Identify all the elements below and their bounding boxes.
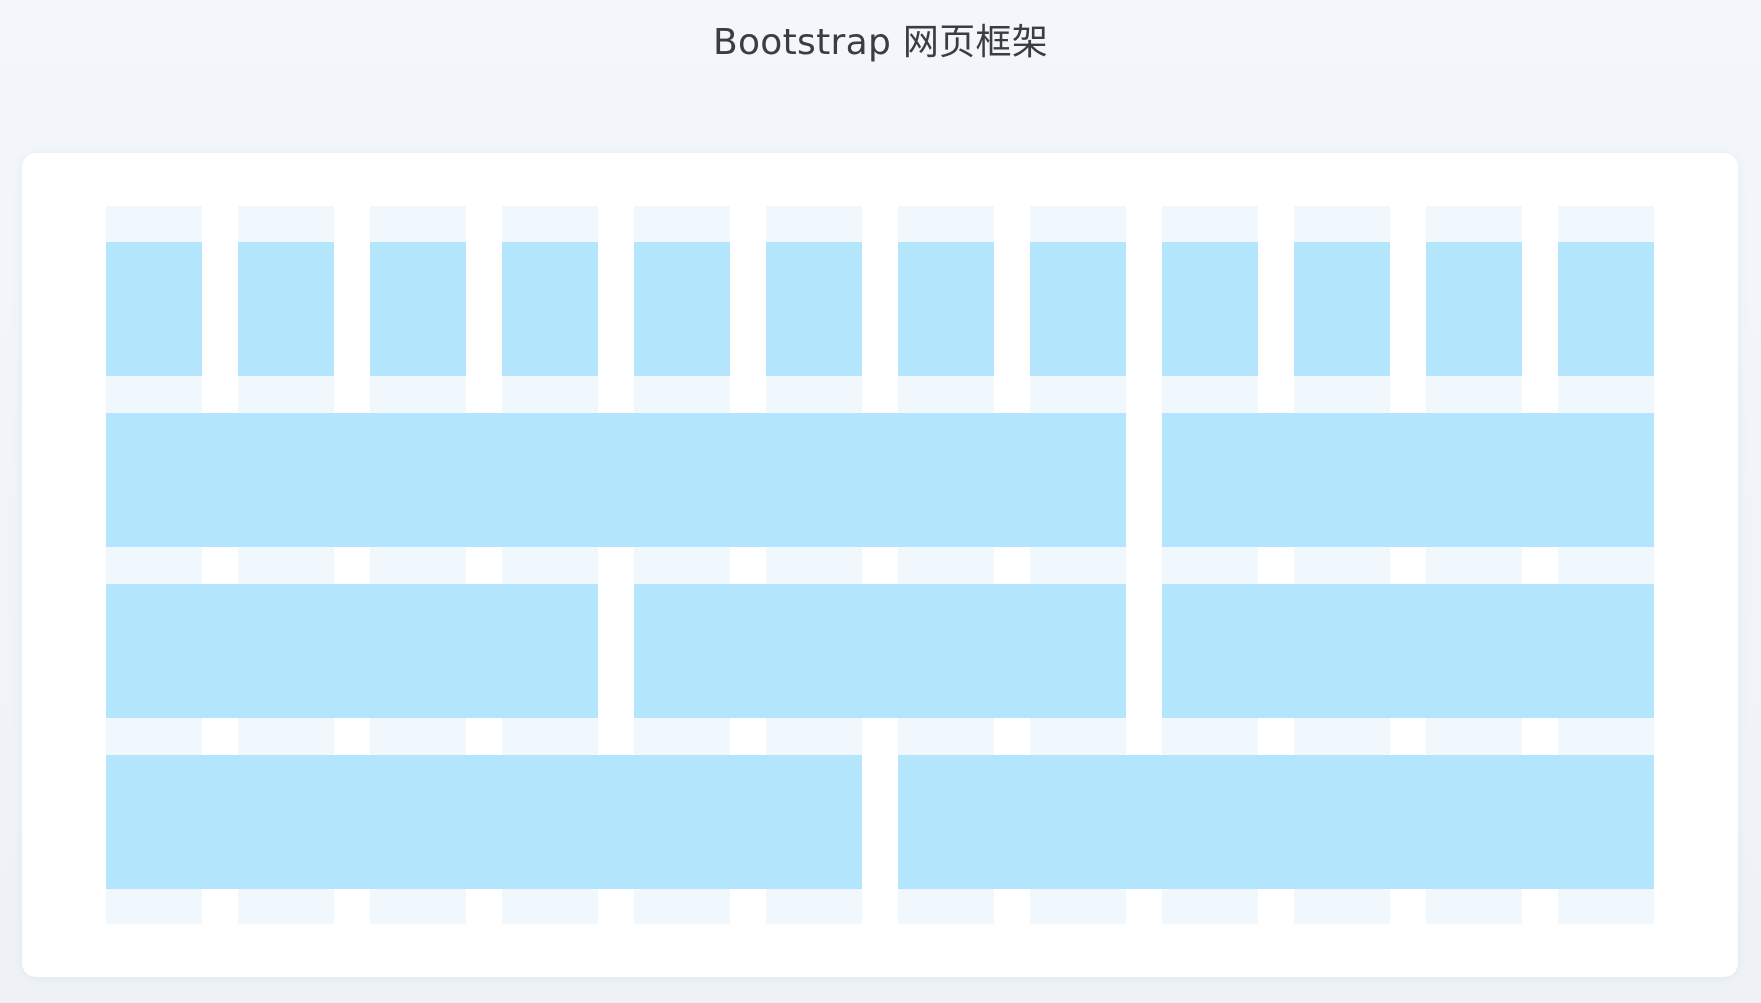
grid-block-span-1: [238, 242, 334, 376]
grid-block-span-1: [1294, 242, 1390, 376]
grid-block-span-1: [898, 242, 994, 376]
grid-diagram: [106, 206, 1654, 924]
grid-block-span-1: [1162, 242, 1258, 376]
grid-block-span-6: [106, 755, 862, 889]
grid-block-span-1: [1030, 242, 1126, 376]
grid-block-span-1: [1426, 242, 1522, 376]
grid-block-span-8: [106, 413, 1126, 547]
grid-block-span-1: [634, 242, 730, 376]
grid-block-span-6: [898, 755, 1654, 889]
grid-block-span-1: [1558, 242, 1654, 376]
grid-block-span-4: [634, 584, 1126, 718]
grid-block-span-4: [106, 584, 598, 718]
grid-block-span-4: [1162, 584, 1654, 718]
grid-block-span-1: [370, 242, 466, 376]
grid-block-span-4: [1162, 413, 1654, 547]
grid-block-span-1: [106, 242, 202, 376]
grid-card: [22, 153, 1738, 977]
grid-block-span-1: [766, 242, 862, 376]
grid-block-span-1: [502, 242, 598, 376]
page-title: Bootstrap 网页框架: [712, 22, 1049, 63]
